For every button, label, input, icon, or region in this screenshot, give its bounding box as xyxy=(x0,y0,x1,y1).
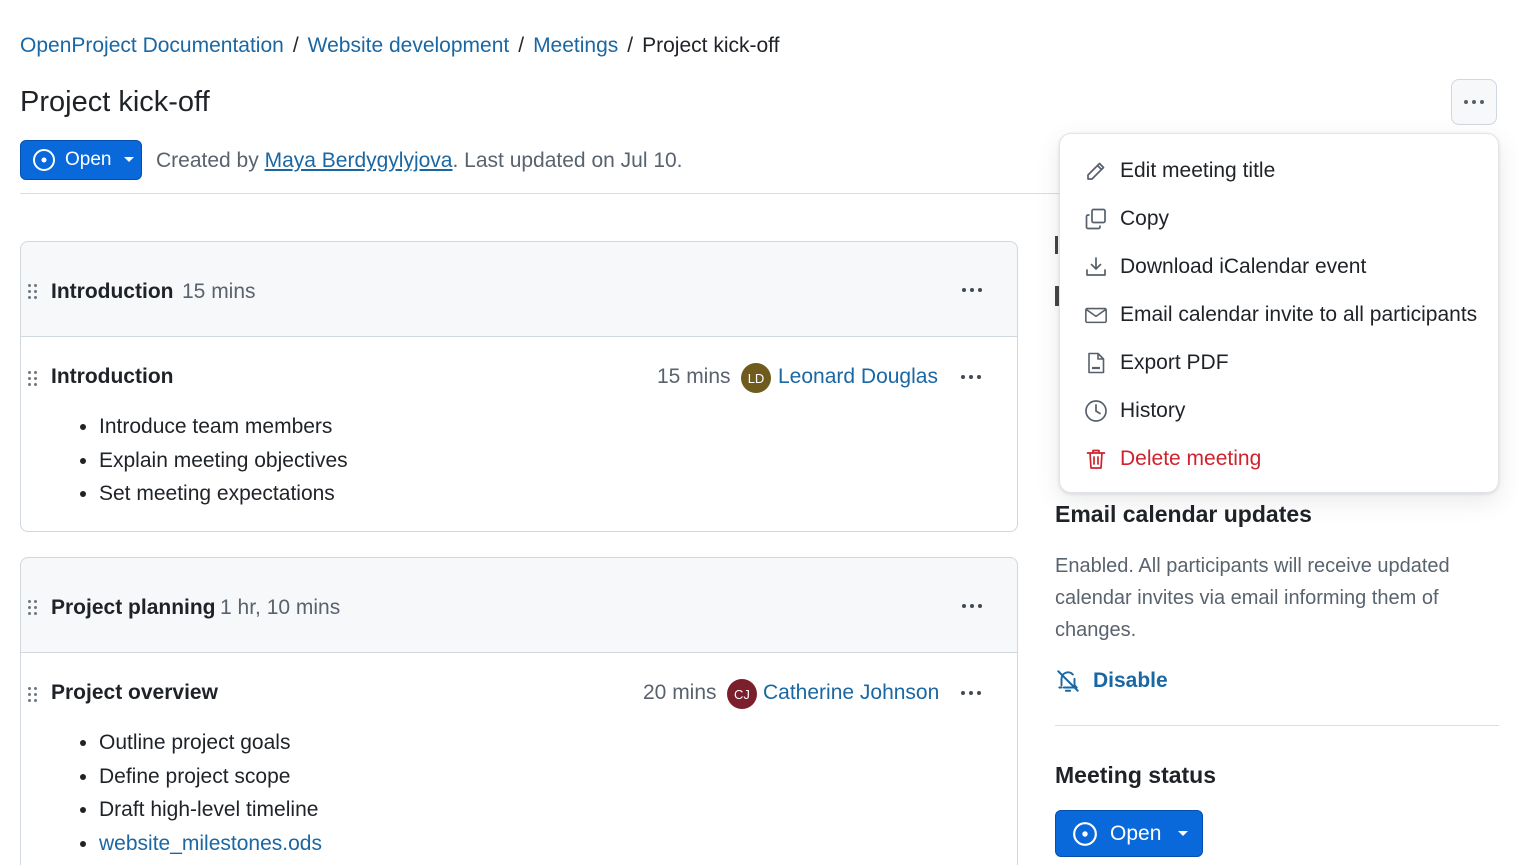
agenda-item-notes: Introduce team members Explain meeting o… xyxy=(69,410,348,511)
author-link[interactable]: Maya Berdygylyjova xyxy=(265,149,453,172)
section-duration: 15 mins xyxy=(182,280,256,304)
meeting-actions-menu: Edit meeting title Copy Download iCalend… xyxy=(1059,133,1499,493)
note-item: Introduce team members xyxy=(99,410,348,444)
menu-item-download-ical[interactable]: Download iCalendar event xyxy=(1060,244,1498,290)
avatar: LD xyxy=(741,363,771,393)
menu-item-copy[interactable]: Copy xyxy=(1060,196,1498,242)
sidebar-divider xyxy=(1055,725,1499,726)
section-title: Project planning xyxy=(51,596,216,620)
agenda-item-title: Project overview xyxy=(51,681,218,705)
menu-item-history[interactable]: History xyxy=(1060,388,1498,434)
status-circle-icon xyxy=(32,148,56,172)
section-duration: 1 hr, 10 mins xyxy=(220,596,340,620)
menu-item-label: Edit meeting title xyxy=(1120,159,1275,183)
created-by-label: Created by xyxy=(156,149,259,172)
agenda-item-duration: 20 mins xyxy=(643,681,717,705)
agenda-item-notes: Outline project goals Define project sco… xyxy=(69,726,322,861)
breadcrumb: OpenProject Documentation / Website deve… xyxy=(20,34,779,58)
presenter-link[interactable]: Catherine Johnson xyxy=(763,681,939,705)
email-updates-heading: Email calendar updates xyxy=(1055,501,1312,528)
drag-handle-icon[interactable] xyxy=(28,600,38,616)
breadcrumb-current: Project kick-off xyxy=(642,34,779,58)
more-icon xyxy=(962,604,982,608)
agenda-item-menu-button[interactable] xyxy=(956,683,986,703)
menu-item-delete-meeting[interactable]: Delete meeting xyxy=(1060,436,1498,482)
breadcrumb-separator: / xyxy=(293,34,299,58)
note-item: Define project scope xyxy=(99,760,322,794)
agenda-section-header: Project planning 1 hr, 10 mins xyxy=(20,557,1018,653)
bell-slash-icon xyxy=(1055,668,1081,694)
last-updated-text: . Last updated on Jul 10. xyxy=(453,149,683,172)
status-circle-icon xyxy=(1072,821,1098,847)
agenda-item: Project overview 20 mins CJ Catherine Jo… xyxy=(20,653,1018,865)
agenda-section-header: Introduction 15 mins xyxy=(20,241,1018,337)
sidebar-status-label: Open xyxy=(1110,822,1161,846)
sidebar-status-button[interactable]: Open xyxy=(1055,810,1203,857)
menu-item-label: Export PDF xyxy=(1120,351,1229,375)
disable-label: Disable xyxy=(1093,669,1168,693)
more-icon xyxy=(961,375,981,379)
avatar: CJ xyxy=(727,679,757,709)
meeting-status-button[interactable]: Open xyxy=(20,140,142,180)
menu-item-label: History xyxy=(1120,399,1185,423)
attachment-link[interactable]: website_milestones.ods xyxy=(99,832,322,855)
section-menu-button[interactable] xyxy=(957,280,987,300)
header-divider xyxy=(20,193,1060,194)
breadcrumb-separator: / xyxy=(627,34,633,58)
note-item: Draft high-level timeline xyxy=(99,793,322,827)
note-item: Explain meeting objectives xyxy=(99,444,348,478)
drag-handle-icon[interactable] xyxy=(28,371,38,387)
more-icon xyxy=(1464,100,1484,104)
meeting-status-label: Open xyxy=(65,149,111,171)
sidebar-hidden-content xyxy=(1055,236,1058,254)
menu-item-label: Delete meeting xyxy=(1120,447,1261,471)
agenda-item-title: Introduction xyxy=(51,365,173,389)
agenda-item-duration: 15 mins xyxy=(657,365,731,389)
agenda-item-menu-button[interactable] xyxy=(956,367,986,387)
menu-item-label: Copy xyxy=(1120,207,1169,231)
download-icon xyxy=(1084,255,1108,279)
drag-handle-icon[interactable] xyxy=(28,687,38,703)
email-updates-description: Enabled. All participants will receive u… xyxy=(1055,550,1485,646)
more-icon xyxy=(962,288,982,292)
meeting-status-heading: Meeting status xyxy=(1055,762,1216,789)
menu-item-label: Download iCalendar event xyxy=(1120,255,1366,279)
presenter-link[interactable]: Leonard Douglas xyxy=(778,365,938,389)
section-menu-button[interactable] xyxy=(957,596,987,616)
file-pdf-icon xyxy=(1084,351,1108,375)
disable-email-updates-button[interactable]: Disable xyxy=(1055,668,1168,694)
breadcrumb-link-meetings[interactable]: Meetings xyxy=(533,34,618,58)
trash-icon xyxy=(1084,447,1108,471)
menu-item-email-invite[interactable]: Email calendar invite to all participant… xyxy=(1060,292,1498,338)
more-icon xyxy=(961,691,981,695)
breadcrumb-link-project[interactable]: OpenProject Documentation xyxy=(20,34,284,58)
mail-icon xyxy=(1084,303,1108,327)
note-item: website_milestones.ods xyxy=(99,827,322,861)
note-item: Outline project goals xyxy=(99,726,322,760)
clock-icon xyxy=(1084,399,1108,423)
breadcrumb-link-subproject[interactable]: Website development xyxy=(308,34,510,58)
drag-handle-icon[interactable] xyxy=(28,284,38,300)
menu-item-label: Email calendar invite to all participant… xyxy=(1120,303,1477,327)
meeting-meta: Created by Maya Berdygylyjova. Last upda… xyxy=(156,149,683,173)
agenda-item: Introduction 15 mins LD Leonard Douglas … xyxy=(20,337,1018,532)
more-actions-button[interactable] xyxy=(1451,79,1497,125)
breadcrumb-separator: / xyxy=(518,34,524,58)
caret-down-icon xyxy=(1177,830,1189,838)
caret-down-icon xyxy=(123,156,135,164)
page-title: Project kick-off xyxy=(20,86,210,119)
section-title: Introduction xyxy=(51,280,173,304)
menu-item-export-pdf[interactable]: Export PDF xyxy=(1060,340,1498,386)
copy-icon xyxy=(1084,207,1108,231)
note-item: Set meeting expectations xyxy=(99,477,348,511)
pencil-icon xyxy=(1084,159,1108,183)
menu-item-edit-title[interactable]: Edit meeting title xyxy=(1060,148,1498,194)
